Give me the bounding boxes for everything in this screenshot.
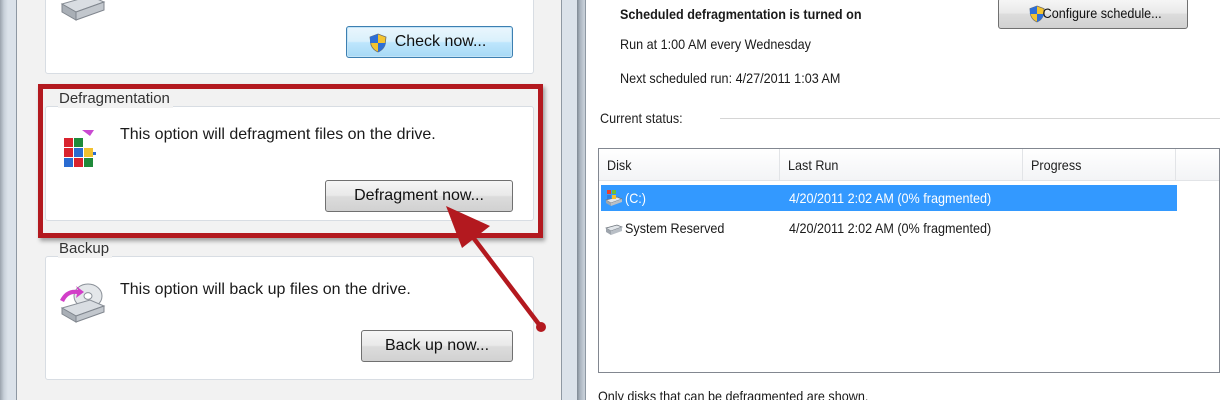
schedule-status-title: Scheduled defragmentation is turned on bbox=[620, 6, 862, 22]
disk-name-cell: (C:) bbox=[625, 190, 646, 206]
configure-schedule-label: Configure schedule... bbox=[1042, 5, 1162, 21]
disk-list-header: Disk Last Run Progress bbox=[599, 149, 1219, 181]
current-status-label: Current status: bbox=[600, 110, 683, 126]
column-header-progress[interactable]: Progress bbox=[1023, 149, 1176, 181]
disk-list-footnote: Only disks that can be defragmented are … bbox=[598, 388, 869, 400]
last-run-cell: 4/20/2011 2:02 AM (0% fragmented) bbox=[789, 220, 992, 236]
disk-list[interactable]: Disk Last Run Progress (C:) 4/20/2011 2:… bbox=[598, 148, 1220, 373]
schedule-run-text: Run at 1:00 AM every Wednesday bbox=[620, 36, 811, 52]
configure-schedule-button[interactable]: Configure schedule... bbox=[998, 0, 1188, 29]
column-header-disk[interactable]: Disk bbox=[599, 149, 780, 181]
schedule-next-run-text: Next scheduled run: 4/27/2011 1:03 AM bbox=[620, 70, 841, 86]
disk-row-c[interactable]: (C:) 4/20/2011 2:02 AM (0% fragmented) bbox=[601, 185, 1177, 211]
last-run-cell: 4/20/2011 2:02 AM (0% fragmented) bbox=[789, 190, 992, 206]
disk-row-system-reserved[interactable]: System Reserved 4/20/2011 2:02 AM (0% fr… bbox=[601, 215, 1177, 241]
status-divider bbox=[720, 118, 1220, 119]
column-header-last-run[interactable]: Last Run bbox=[780, 149, 1023, 181]
disk-name-cell: System Reserved bbox=[625, 220, 725, 236]
